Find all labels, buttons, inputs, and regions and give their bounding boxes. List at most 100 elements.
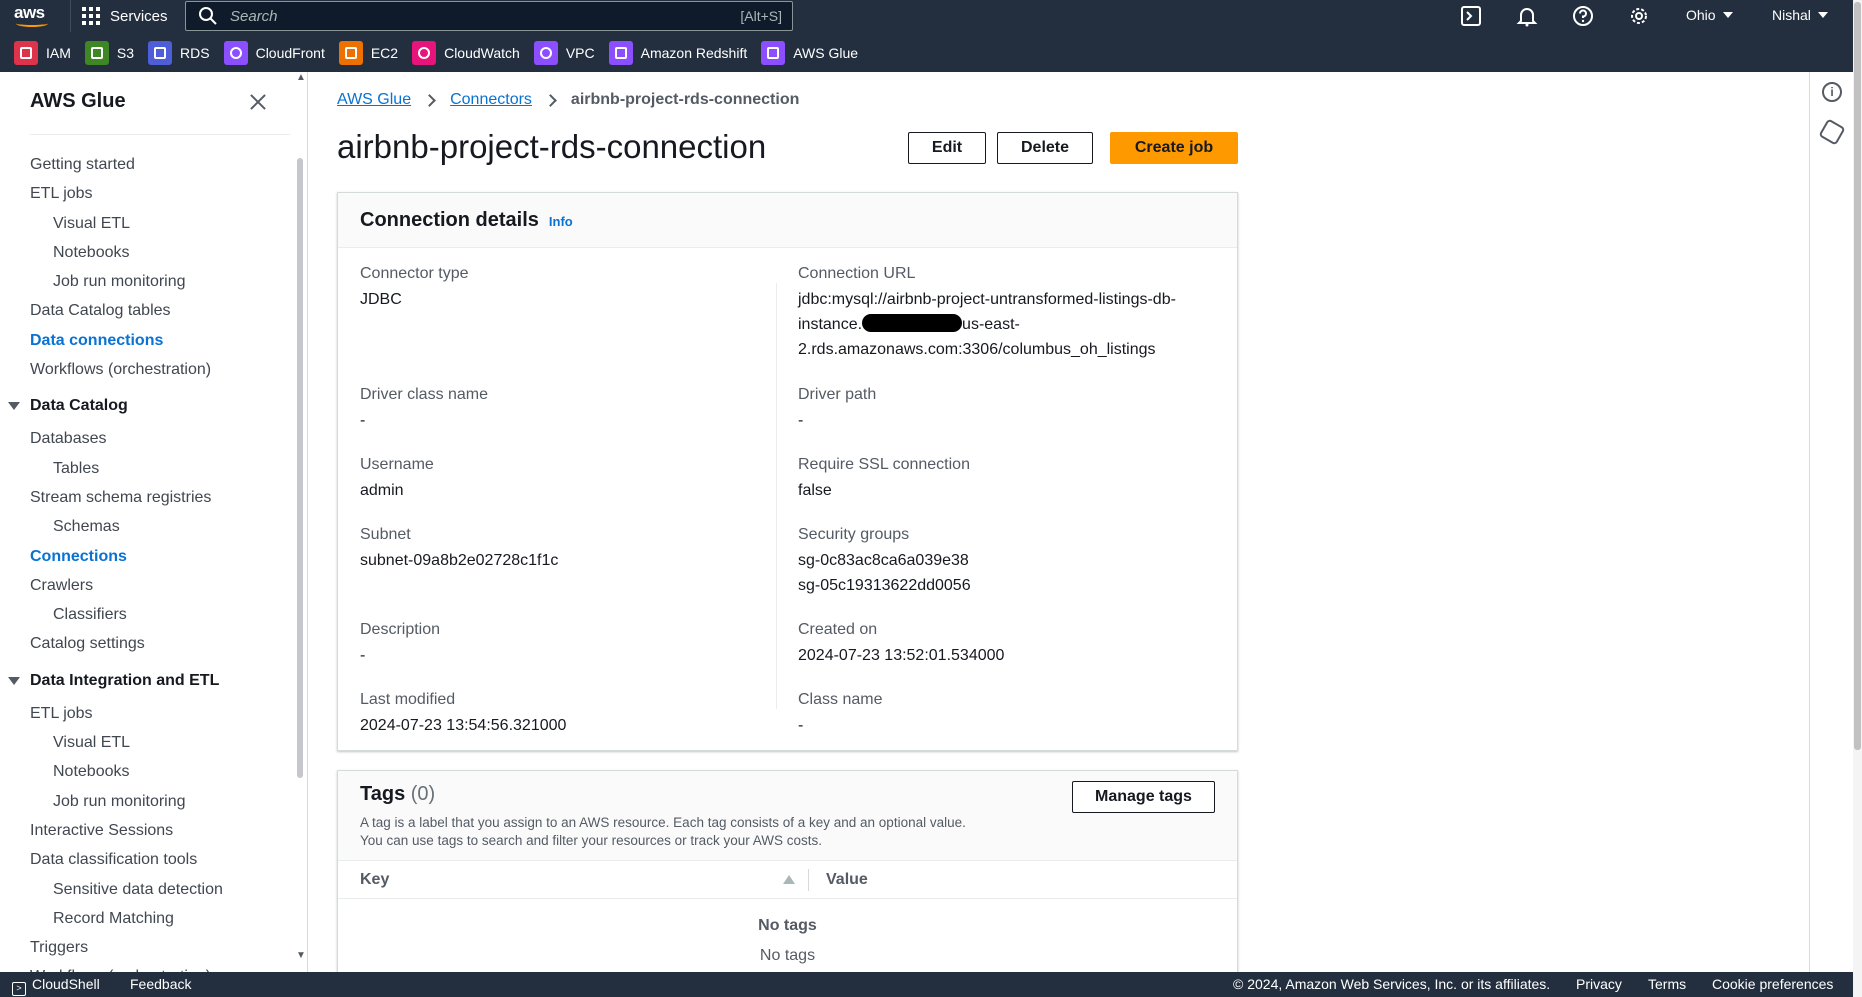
delete-button[interactable]: Delete	[997, 132, 1093, 164]
main-content: AWS Glue Connectors airbnb-project-rds-c…	[309, 72, 1809, 980]
chevron-right-icon	[544, 93, 557, 107]
field-label: Security groups	[798, 526, 910, 543]
sidenav-item-workflows[interactable]: Workflows (orchestration)	[0, 355, 300, 384]
favorite-ec2[interactable]: EC2	[338, 41, 398, 65]
sidenav-title: AWS Glue	[30, 90, 126, 112]
cloudshell-icon: >	[12, 982, 26, 996]
field-security-groups: Security groups sg-0c83ac8ca6a039e38 sg-…	[798, 526, 971, 598]
sidenav-item-interactive-sessions[interactable]: Interactive Sessions	[0, 816, 300, 845]
favorite-vpc[interactable]: VPC	[533, 41, 595, 65]
favorite-label: IAM	[46, 45, 71, 61]
sidenav-item-etl-jobs[interactable]: ETL jobs	[0, 179, 300, 208]
field-value: false	[798, 482, 832, 499]
sort-ascending-icon[interactable]	[783, 875, 795, 884]
sidenav-section-data-integration[interactable]: Data Integration and ETL	[0, 663, 300, 699]
sidenav-item-crawlers[interactable]: Crawlers	[0, 571, 300, 600]
sidenav-item-visual-etl-2[interactable]: Visual ETL	[0, 728, 300, 757]
favorite-glue[interactable]: AWS Glue	[761, 41, 858, 65]
sidenav-item-notebooks[interactable]: Notebooks	[0, 238, 300, 267]
url-line-2-prefix: instance.	[798, 316, 863, 333]
ec2-service-icon	[338, 41, 363, 65]
help-icon[interactable]	[1572, 5, 1594, 27]
column-header-value[interactable]: Value	[826, 861, 868, 899]
page-scrollbar[interactable]	[1853, 0, 1862, 997]
column-divider	[776, 283, 777, 709]
caret-down-icon	[1817, 12, 1828, 18]
field-last-modified: Last modified 2024-07-23 13:54:56.321000	[360, 691, 566, 738]
search-box[interactable]: [Alt+S]	[185, 1, 793, 31]
footer-terms[interactable]: Terms	[1648, 976, 1686, 992]
tags-description-line-2: You can use tags to search and filter yo…	[360, 833, 822, 848]
favorite-rds[interactable]: RDS	[148, 41, 210, 65]
section-title: Data Catalog	[30, 397, 128, 415]
sidenav-item-classifiers[interactable]: Classifiers	[0, 600, 300, 629]
aws-smile-icon	[16, 20, 48, 27]
info-link[interactable]: Info	[549, 214, 573, 229]
caret-down-icon	[1722, 12, 1733, 18]
close-icon[interactable]	[248, 92, 268, 112]
favorite-cloudfront[interactable]: CloudFront	[223, 41, 325, 65]
sidenav-item-data-connections[interactable]: Data connections	[0, 326, 300, 355]
favorite-cloudwatch[interactable]: CloudWatch	[412, 41, 520, 65]
sidenav-item-etl-jobs-2[interactable]: ETL jobs	[0, 699, 300, 728]
sidenav-item-notebooks-2[interactable]: Notebooks	[0, 757, 300, 786]
footer-cookie-preferences[interactable]: Cookie preferences	[1712, 976, 1833, 992]
footer-privacy[interactable]: Privacy	[1576, 976, 1622, 992]
field-label: Connection URL	[798, 265, 916, 282]
services-menu-button[interactable]: Services	[82, 0, 168, 32]
footer-feedback[interactable]: Feedback	[130, 976, 191, 992]
edit-button[interactable]: Edit	[908, 132, 986, 164]
sidenav-item-job-run-monitoring[interactable]: Job run monitoring	[0, 267, 300, 296]
field-class-name: Class name -	[798, 691, 882, 738]
scroll-down-arrow[interactable]: ▼	[296, 950, 306, 961]
sidenav-item-data-classification-tools[interactable]: Data classification tools	[0, 845, 300, 874]
scroll-up-arrow[interactable]: ▲	[296, 72, 306, 83]
aws-logo[interactable]: aws	[14, 2, 54, 28]
sidenav-item-getting-started[interactable]: Getting started	[0, 150, 300, 179]
cloudshell-icon[interactable]	[1460, 5, 1482, 27]
info-panel-icon[interactable]: i	[1822, 82, 1842, 102]
sidenav-scrollbar[interactable]	[297, 158, 303, 778]
page-scrollbar-thumb[interactable]	[1854, 2, 1861, 750]
breadcrumb-connectors[interactable]: Connectors	[450, 91, 532, 109]
settings-gear-icon[interactable]	[1628, 5, 1650, 27]
sidenav-item-catalog-settings[interactable]: Catalog settings	[0, 629, 300, 658]
sidenav-item-databases[interactable]: Databases	[0, 424, 300, 453]
sidenav-item-stream-schema-registries[interactable]: Stream schema registries	[0, 483, 300, 512]
favorite-iam[interactable]: IAM	[14, 41, 71, 65]
tutorial-panel-icon[interactable]	[1818, 118, 1846, 146]
sidenav-item-workflows-2[interactable]: Workflows (orchestration)	[0, 962, 300, 972]
footer-cloudshell[interactable]: > CloudShell	[12, 976, 100, 996]
account-menu[interactable]: Nishal	[1772, 0, 1828, 30]
manage-tags-button[interactable]: Manage tags	[1072, 781, 1215, 813]
sidenav-item-tables[interactable]: Tables	[0, 454, 300, 483]
sidenav-item-triggers[interactable]: Triggers	[0, 933, 300, 962]
tags-description-line-1: A tag is a label that you assign to an A…	[360, 815, 966, 830]
sidenav-item-connections[interactable]: Connections	[0, 542, 300, 571]
sidenav-item-record-matching[interactable]: Record Matching	[0, 904, 300, 933]
favorite-s3[interactable]: S3	[84, 41, 135, 65]
search-input[interactable]	[218, 7, 741, 25]
sidenav-item-sensitive-data-detection[interactable]: Sensitive data detection	[0, 875, 300, 904]
favorite-label: CloudFront	[255, 45, 325, 61]
favorite-label: AWS Glue	[793, 45, 859, 61]
sidenav-item-job-run-monitoring-2[interactable]: Job run monitoring	[0, 787, 300, 816]
footer: > CloudShell Feedback © 2024, Amazon Web …	[0, 972, 1853, 997]
favorite-label: S3	[116, 45, 135, 61]
tags-count: (0)	[410, 783, 436, 805]
breadcrumb-aws-glue[interactable]: AWS Glue	[337, 91, 411, 109]
services-label: Services	[110, 7, 168, 25]
field-driver-class-name: Driver class name -	[360, 386, 488, 433]
region-selector[interactable]: Ohio	[1686, 0, 1733, 30]
redaction-mark	[862, 314, 963, 333]
create-job-button[interactable]: Create job	[1110, 132, 1238, 164]
field-value: -	[360, 647, 366, 664]
notifications-bell-icon[interactable]	[1516, 5, 1538, 27]
favorite-redshift[interactable]: Amazon Redshift	[608, 41, 747, 65]
sidenav-item-visual-etl[interactable]: Visual ETL	[0, 209, 300, 238]
sidenav-item-schemas[interactable]: Schemas	[0, 512, 300, 541]
column-header-key[interactable]: Key	[360, 861, 389, 899]
page-title: airbnb-project-rds-connection	[337, 128, 767, 165]
sidenav-section-data-catalog[interactable]: Data Catalog	[0, 388, 300, 424]
sidenav-item-data-catalog-tables[interactable]: Data Catalog tables	[0, 296, 300, 325]
